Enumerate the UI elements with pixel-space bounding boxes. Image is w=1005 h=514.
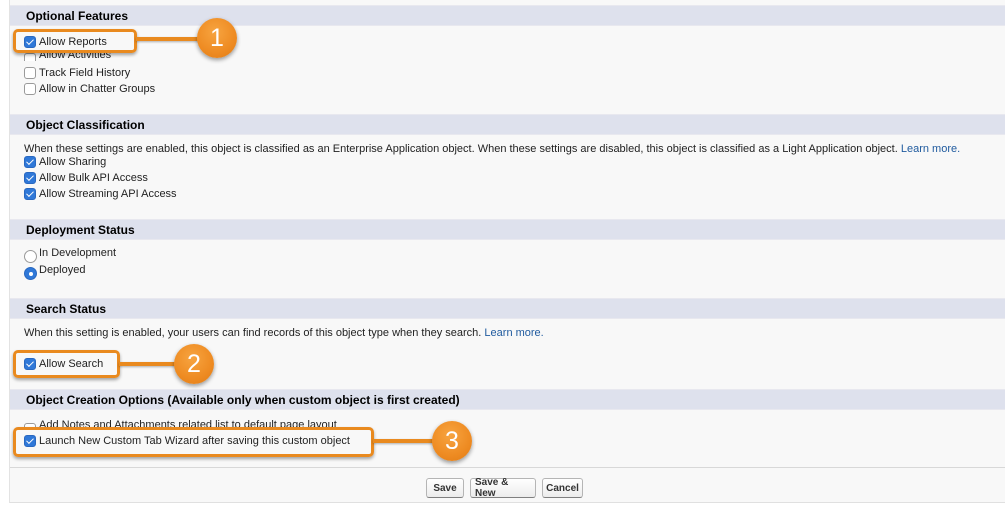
connector-line-3 [373,439,438,443]
cancel-button[interactable]: Cancel [542,478,583,498]
save-button[interactable]: Save [426,478,464,498]
callout-badge-1: 1 [197,18,237,58]
track-field-history-checkbox[interactable]: Track Field History [24,65,130,81]
highlight-box-allow-search [13,350,120,378]
section-header-optional-features: Optional Features [10,5,1005,26]
section-header-search-status: Search Status [10,298,1005,319]
search-status-description: When this setting is enabled, your users… [24,327,544,339]
checkbox-label: Allow in Chatter Groups [39,83,156,95]
object-classification-description: When these settings are enabled, this ob… [24,143,960,155]
callout-badge-3: 3 [432,421,472,461]
connector-line-1 [136,37,202,41]
allow-streaming-api-access-checkbox[interactable]: Allow Streaming API Access [24,186,177,202]
section-header-object-classification: Object Classification [10,114,1005,135]
checkbox-checked-icon[interactable] [24,188,36,200]
connector-line-2 [119,362,179,366]
section-header-deployment-status: Deployment Status [10,219,1005,240]
radio-selected-icon[interactable] [24,267,37,280]
checkbox-label: Allow Sharing [39,156,107,168]
radio-label: In Development [39,247,117,259]
radio-unselected-icon[interactable] [24,250,37,263]
callout-badge-2: 2 [174,344,214,384]
learn-more-link[interactable]: Learn more. [901,143,960,155]
description-text: When this setting is enabled, your users… [24,327,482,339]
checkbox-label: Allow Bulk API Access [39,172,148,184]
highlight-box-launch-tab-wizard [13,427,374,457]
save-and-new-button[interactable]: Save & New [470,477,536,499]
section-header-object-creation-options: Object Creation Options (Available only … [10,389,1005,410]
checkbox-label: Allow Streaming API Access [39,188,177,200]
checkbox-unchecked-icon[interactable] [24,53,36,61]
allow-bulk-api-access-checkbox[interactable]: Allow Bulk API Access [24,170,148,186]
in-development-radio[interactable]: In Development [24,247,116,263]
deployed-radio[interactable]: Deployed [24,264,85,280]
description-text: When these settings are enabled, this ob… [24,143,898,155]
checkbox-label: Track Field History [39,67,131,79]
allow-in-chatter-groups-checkbox[interactable]: Allow in Chatter Groups [24,81,155,97]
checkbox-unchecked-icon[interactable] [24,67,36,79]
radio-label: Deployed [39,264,86,276]
checkbox-checked-icon[interactable] [24,172,36,184]
learn-more-link[interactable]: Learn more. [484,327,543,339]
allow-sharing-checkbox[interactable]: Allow Sharing [24,154,106,170]
highlight-box-allow-reports [13,29,137,53]
checkbox-checked-icon[interactable] [24,156,36,168]
checkbox-unchecked-icon[interactable] [24,83,36,95]
button-bar: Save Save & New Cancel [10,467,1005,502]
